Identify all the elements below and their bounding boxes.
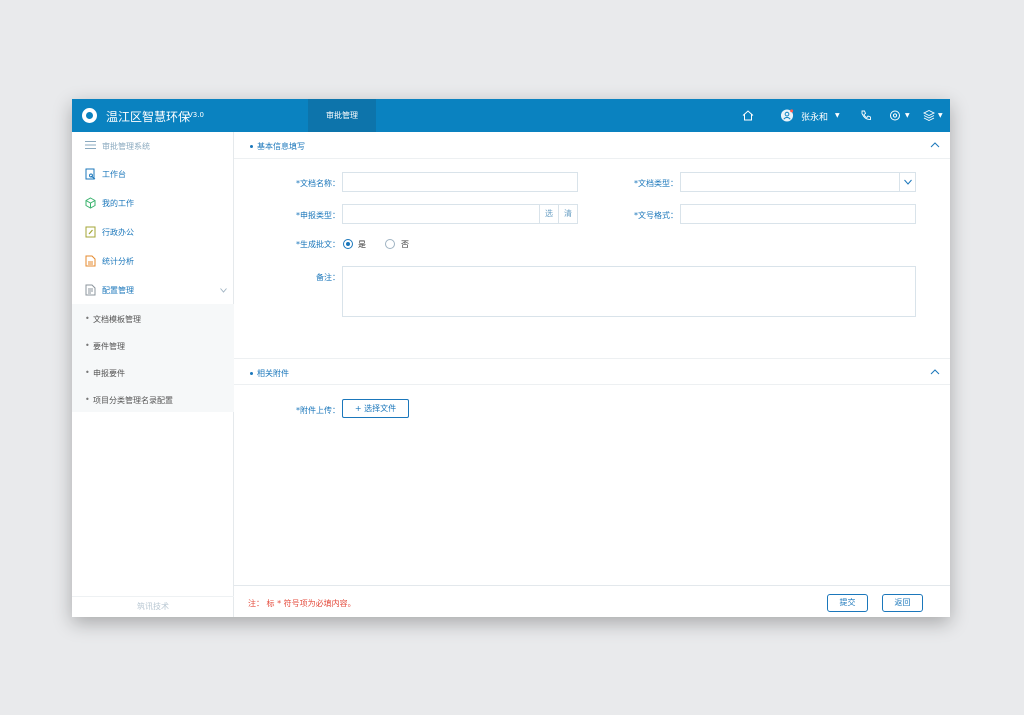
choose-file-button[interactable]: + 选择文件 (342, 399, 409, 418)
sidebar-item-workbench[interactable]: 工作台 (72, 163, 234, 185)
sidebar-subitem-label: 项目分类管理名录配置 (85, 395, 173, 406)
doc-type-label: *文档类型： (634, 179, 678, 188)
main-content: 基本信息填写 *文档名称： *文档类型： *申报类型： 选 清 *文号格式： *… (234, 132, 950, 617)
chevron-down-icon (904, 179, 912, 185)
document-edit-icon (85, 226, 96, 238)
section-title: 基本信息填写 (250, 142, 305, 151)
sidebar-item-label: 工作台 (102, 170, 126, 179)
chart-icon (85, 255, 96, 267)
sidebar-header: 审批管理系统 (72, 132, 234, 158)
submit-button[interactable]: 提交 (827, 594, 868, 612)
sidebar-subitem-project-category[interactable]: 项目分类管理名录配置 (72, 388, 234, 410)
app-window: 温江区智慧环保 V3.0 审批管理 张永和 ▼ ▼ ▼ 审批管理系统 工作台 我… (72, 99, 950, 617)
sidebar-title: 审批管理系统 (102, 142, 150, 151)
sidebar-item-statistics[interactable]: 统计分析 (72, 250, 234, 272)
sidebar-subitem-label: 申报要件 (85, 368, 125, 379)
sidebar-subitem-label: 文档模板管理 (85, 314, 141, 325)
attach-upload-label: *附件上传： (296, 406, 340, 415)
sidebar-item-label: 配置管理 (102, 286, 134, 295)
apply-type-input[interactable]: 选 清 (342, 204, 578, 224)
tab-approval-management[interactable]: 审批管理 (308, 99, 376, 132)
chevron-down-icon[interactable]: ▼ (835, 112, 840, 119)
choose-button[interactable]: 选 (539, 205, 558, 223)
radio-yes[interactable] (343, 239, 353, 249)
remark-textarea[interactable] (342, 266, 916, 317)
radio-no-label: 否 (401, 240, 409, 249)
sidebar-item-label: 行政办公 (102, 228, 134, 237)
sidebar-item-my-work[interactable]: 我的工作 (72, 192, 234, 214)
sidebar-subitem-apply-elements[interactable]: 申报要件 (72, 361, 234, 383)
logo-icon (82, 108, 97, 123)
doc-format-input[interactable] (680, 204, 916, 224)
doc-name-label: *文档名称： (296, 179, 340, 188)
remark-label: 备注： (316, 273, 340, 282)
workbench-icon (85, 168, 96, 180)
sidebar-subitem-template[interactable]: 文档模板管理 (72, 307, 234, 329)
doc-format-label: *文号格式： (634, 211, 678, 220)
doc-name-input[interactable] (342, 172, 578, 192)
sidebar-item-config[interactable]: 配置管理 (72, 279, 234, 301)
phone-icon[interactable] (860, 109, 872, 122)
sidebar-subitem-label: 要件管理 (85, 341, 125, 352)
menu-icon[interactable] (85, 141, 96, 149)
back-button[interactable]: 返回 (882, 594, 923, 612)
sidebar-item-admin-office[interactable]: 行政办公 (72, 221, 234, 243)
radio-no[interactable] (385, 239, 395, 249)
apply-type-label: *申报类型： (296, 211, 340, 220)
sidebar-footer: 筑讯技术 (72, 596, 234, 617)
settings-icon[interactable] (889, 109, 901, 122)
app-version: V3.0 (188, 111, 204, 119)
radio-yes-label: 是 (358, 240, 366, 249)
section-title: 相关附件 (250, 369, 289, 378)
home-icon[interactable] (742, 109, 754, 122)
chevron-up-icon[interactable] (930, 141, 940, 149)
config-icon (85, 284, 96, 296)
clear-button[interactable]: 清 (558, 205, 577, 223)
chevron-down-icon[interactable]: ▼ (905, 112, 910, 119)
section-attachments: 相关附件 (234, 358, 950, 385)
doc-type-select[interactable] (680, 172, 916, 192)
form-footer: 注： 标 * 符号项为必填内容。 提交 返回 (234, 585, 950, 617)
sidebar-item-label: 我的工作 (102, 199, 134, 208)
sidebar-submenu: 文档模板管理 要件管理 申报要件 项目分类管理名录配置 (72, 304, 234, 412)
generate-doc-label: *生成批文： (296, 240, 340, 249)
chevron-up-icon[interactable] (930, 368, 940, 376)
sidebar-subitem-elements[interactable]: 要件管理 (72, 334, 234, 356)
sidebar-item-label: 统计分析 (102, 257, 134, 266)
top-bar: 温江区智慧环保 V3.0 审批管理 张永和 ▼ ▼ ▼ (72, 99, 950, 132)
user-icon[interactable] (780, 109, 794, 122)
sidebar: 审批管理系统 工作台 我的工作 行政办公 统计分析 配置管理 • 文档模板管理 … (72, 132, 234, 617)
box-icon (85, 197, 96, 209)
select-arrow[interactable] (899, 173, 915, 191)
chevron-down-icon[interactable]: ▼ (938, 112, 943, 119)
app-title: 温江区智慧环保 (106, 110, 191, 124)
layers-icon[interactable] (923, 109, 935, 122)
required-note: 注： 标 * 符号项为必填内容。 (248, 599, 356, 608)
user-name[interactable]: 张永和 (801, 110, 828, 123)
section-basic-info: 基本信息填写 (234, 132, 950, 159)
chevron-down-icon[interactable] (220, 288, 227, 293)
